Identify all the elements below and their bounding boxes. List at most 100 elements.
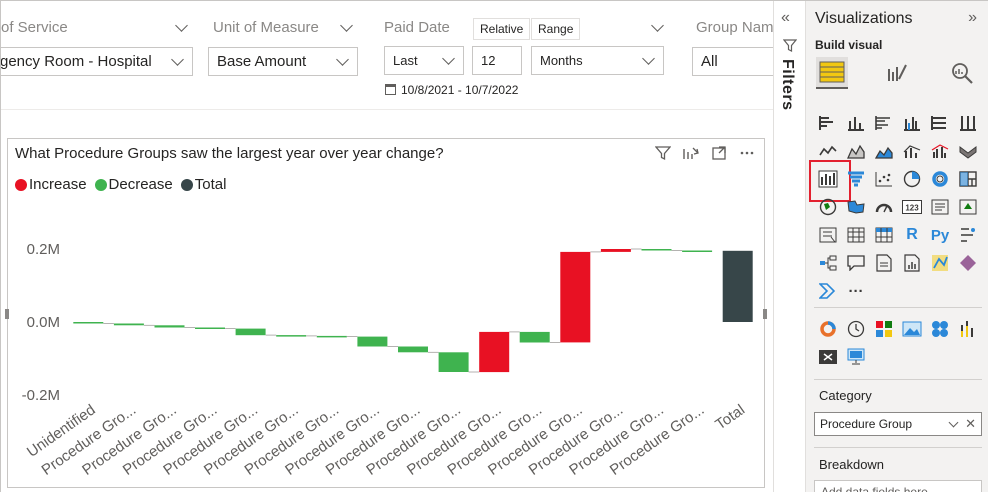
waterfall-bar-decrease[interactable]: [682, 250, 713, 253]
donut-chart-icon[interactable]: [926, 165, 954, 193]
relative-toggle[interactable]: Relative: [473, 18, 531, 40]
waterfall-bar-increase[interactable]: [600, 249, 631, 252]
arcgis-map-icon[interactable]: [926, 249, 954, 277]
analytics-tab[interactable]: [946, 57, 978, 89]
period-dropdown[interactable]: Last: [384, 46, 464, 75]
breakdown-well-label: Breakdown: [819, 457, 885, 472]
pie-chart-icon[interactable]: [898, 165, 926, 193]
more-visuals-icon[interactable]: ···: [842, 277, 870, 305]
custom-donut-visual-icon[interactable]: [814, 315, 842, 343]
gauge-icon[interactable]: [870, 193, 898, 221]
100-stacked-bar-chart-icon[interactable]: [926, 109, 954, 137]
range-toggle[interactable]: Range: [531, 18, 581, 40]
waterfall-chart-icon[interactable]: [809, 160, 851, 202]
power-apps-icon[interactable]: [954, 249, 982, 277]
waterfall-bar-decrease[interactable]: [195, 327, 225, 330]
filled-map-icon[interactable]: [842, 193, 870, 221]
waterfall-bar-decrease[interactable]: [438, 352, 469, 372]
dropdown-value: Last: [393, 53, 418, 68]
waterfall-bar-decrease[interactable]: [357, 336, 388, 347]
waterfall-bar-decrease[interactable]: [235, 328, 266, 336]
text-filter-visual-icon[interactable]: [814, 343, 842, 371]
waterfall-visual[interactable]: What Procedure Groups saw the largest ye…: [5, 138, 767, 488]
unit-dropdown[interactable]: Months: [531, 46, 664, 75]
python-visual-icon[interactable]: Py: [926, 221, 954, 249]
kpi-icon[interactable]: [954, 193, 982, 221]
table-icon[interactable]: [842, 221, 870, 249]
slicer-title: Group Nam: [696, 19, 773, 36]
funnel-icon: [783, 39, 797, 52]
waterfall-bar-decrease[interactable]: [641, 249, 672, 251]
stacked-area-chart-icon[interactable]: [870, 137, 898, 165]
bullet-chart-visual-icon[interactable]: [954, 315, 982, 343]
power-automate-icon[interactable]: [814, 277, 842, 305]
type-of-service-dropdown[interactable]: gency Room - Hospital: [1, 47, 193, 76]
r-visual-icon[interactable]: R: [898, 221, 926, 249]
magnifier-chart-icon: [952, 63, 973, 84]
waterfall-bar-decrease[interactable]: [398, 346, 428, 353]
scatter-chart-icon[interactable]: [870, 165, 898, 193]
paginated-report-icon[interactable]: [898, 249, 926, 277]
y-tick-label: 0.0M: [27, 314, 60, 331]
screen-visual-icon[interactable]: [842, 343, 870, 371]
smart-narrative-icon[interactable]: [870, 249, 898, 277]
stacked-bar-chart-icon[interactable]: [814, 109, 842, 137]
card-icon[interactable]: 123: [898, 193, 926, 221]
waterfall-chart: 0.2M 0.0M -0.2M UnidentifiedProcedure Gr…: [22, 241, 753, 479]
unit-of-measure-dropdown[interactable]: Base Amount: [208, 47, 358, 76]
tile-visual-icon[interactable]: [870, 315, 898, 343]
chevron-down-icon[interactable]: [175, 19, 188, 32]
double-chevron-left-icon[interactable]: «: [781, 9, 790, 27]
y-tick-label: -0.2M: [22, 387, 60, 404]
map-icon[interactable]: [814, 193, 842, 221]
waterfall-bar-decrease[interactable]: [276, 335, 307, 337]
waterfall-bar-decrease[interactable]: [154, 325, 185, 328]
line-and-clustered-column-icon[interactable]: [926, 137, 954, 165]
chevron-down-icon[interactable]: [340, 19, 353, 32]
paintbrush-icon: [888, 64, 907, 81]
waterfall-bar-total[interactable]: [722, 250, 753, 322]
field-name: Procedure Group: [820, 417, 913, 431]
double-chevron-right-icon[interactable]: »: [968, 9, 977, 27]
stacked-column-chart-icon[interactable]: [842, 109, 870, 137]
slicer-icon[interactable]: [814, 221, 842, 249]
waterfall-bar-decrease[interactable]: [113, 323, 144, 326]
report-window: of Service gency Room - Hospital Unit of…: [0, 0, 988, 492]
waterfall-bar-decrease[interactable]: [316, 335, 347, 338]
decomposition-tree-icon[interactable]: [814, 249, 842, 277]
format-visual-tab[interactable]: [882, 57, 914, 89]
funnel-chart-icon[interactable]: [842, 165, 870, 193]
waterfall-bar-decrease[interactable]: [73, 322, 104, 324]
date-range-label: 10/8/2021 - 10/7/2022: [385, 83, 518, 97]
visual-type-gallery: 123 R Py ···: [809, 109, 982, 305]
clover-visual-icon[interactable]: [926, 315, 954, 343]
table-grid-icon: [819, 61, 845, 83]
waterfall-bar-increase[interactable]: [560, 251, 591, 343]
filters-pane-collapsed[interactable]: « Filters: [773, 1, 805, 492]
divider: [814, 447, 982, 448]
line-and-stacked-column-icon[interactable]: [898, 137, 926, 165]
ribbon-chart-icon[interactable]: [954, 137, 982, 165]
group-name-dropdown[interactable]: All: [692, 47, 773, 76]
multi-row-card-icon[interactable]: [926, 193, 954, 221]
waterfall-bar-increase[interactable]: [479, 331, 510, 373]
qa-visual-icon[interactable]: [842, 249, 870, 277]
build-visual-tab[interactable]: [816, 57, 848, 89]
category-field-pill[interactable]: Procedure Group ✕: [814, 412, 982, 436]
x-category-label: Total: [712, 401, 748, 433]
key-influencers-icon[interactable]: [954, 221, 982, 249]
dropdown-value: All: [701, 53, 718, 70]
clock-visual-icon[interactable]: [842, 315, 870, 343]
100-stacked-column-chart-icon[interactable]: [954, 109, 982, 137]
treemap-icon[interactable]: [954, 165, 982, 193]
chevron-down-icon[interactable]: [948, 417, 959, 428]
chevron-down-icon[interactable]: [651, 19, 664, 32]
matrix-icon[interactable]: [870, 221, 898, 249]
count-input[interactable]: 12: [472, 46, 522, 75]
clustered-column-chart-icon[interactable]: [898, 109, 926, 137]
breakdown-drop-zone[interactable]: Add data fields here: [814, 480, 982, 492]
remove-field-icon[interactable]: ✕: [965, 413, 976, 435]
image-visual-icon[interactable]: [898, 315, 926, 343]
clustered-bar-chart-icon[interactable]: [870, 109, 898, 137]
waterfall-bar-decrease[interactable]: [519, 331, 550, 343]
